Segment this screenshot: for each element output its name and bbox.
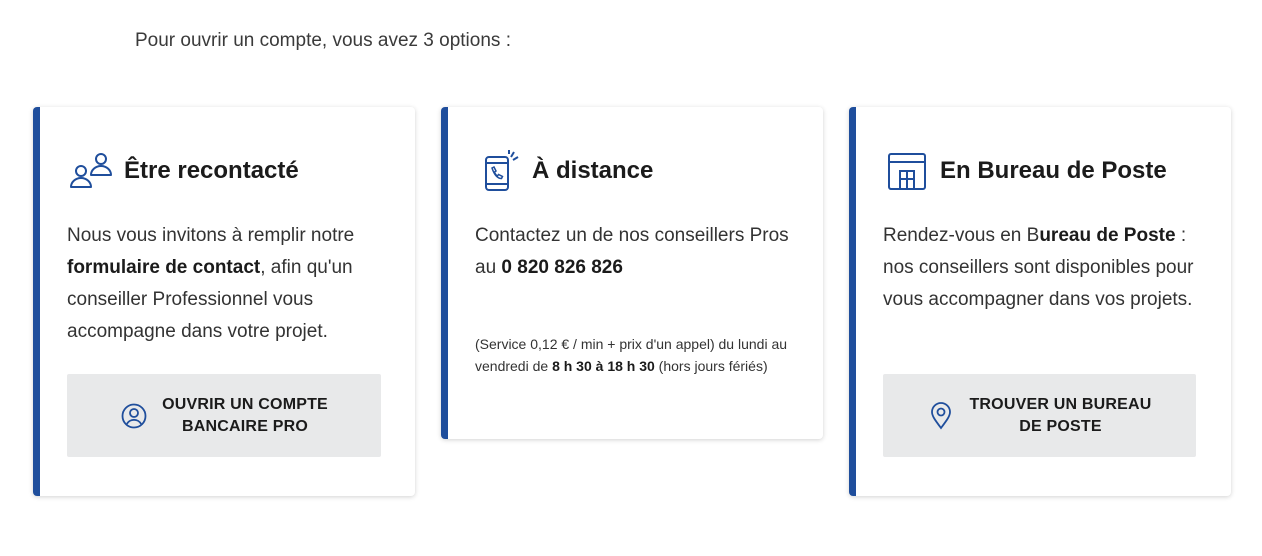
intro-text: Pour ouvrir un compte, vous avez 3 optio… <box>135 30 511 51</box>
card-recontact: Être recontacté Nous vous invitons à rem… <box>33 107 415 496</box>
find-post-office-label: TROUVER UN BUREAU DE POSTE <box>969 395 1152 435</box>
card-description: Contactez un de nos conseillers Pros au … <box>475 220 795 284</box>
card-title: En Bureau de Poste <box>940 157 1167 184</box>
card-post-office: En Bureau de Poste Rendez-vous en Bureau… <box>849 107 1231 496</box>
find-post-office-button[interactable]: TROUVER UN BUREAU DE POSTE <box>883 374 1196 457</box>
card-header: Être recontacté <box>68 149 299 193</box>
card-description: Nous vous invitons à remplir notre formu… <box>67 220 387 348</box>
location-pin-icon <box>927 401 955 430</box>
card-title: À distance <box>532 157 654 184</box>
card-header: À distance <box>476 149 653 193</box>
post-office-emphasis: ureau de Poste <box>1039 225 1176 246</box>
open-account-label: OUVRIR UN COMPTE BANCAIRE PRO <box>162 395 328 435</box>
card-remote: À distance Contactez un de nos conseille… <box>441 107 823 439</box>
note-part: (hors jours fériés) <box>654 358 768 374</box>
phone-number: 0 820 826 826 <box>501 257 623 278</box>
description-part: Rendez-vous en B <box>883 225 1040 246</box>
user-circle-icon <box>120 402 148 430</box>
people-icon <box>68 149 118 193</box>
card-title: Être recontacté <box>124 157 299 184</box>
post-office-icon <box>884 149 934 193</box>
description-part: Nous vous invitons à remplir notre <box>67 225 355 246</box>
phone-call-icon <box>476 149 526 193</box>
pricing-note: (Service 0,12 € / min + prix d'un appel)… <box>475 333 795 377</box>
card-description: Rendez-vous en Bureau de Poste : nos con… <box>883 220 1203 316</box>
opening-hours: 8 h 30 à 18 h 30 <box>552 358 655 374</box>
card-header: En Bureau de Poste <box>884 149 1167 193</box>
contact-form-emphasis: formulaire de contact <box>67 257 261 278</box>
open-account-button[interactable]: OUVRIR UN COMPTE BANCAIRE PRO <box>67 374 381 457</box>
